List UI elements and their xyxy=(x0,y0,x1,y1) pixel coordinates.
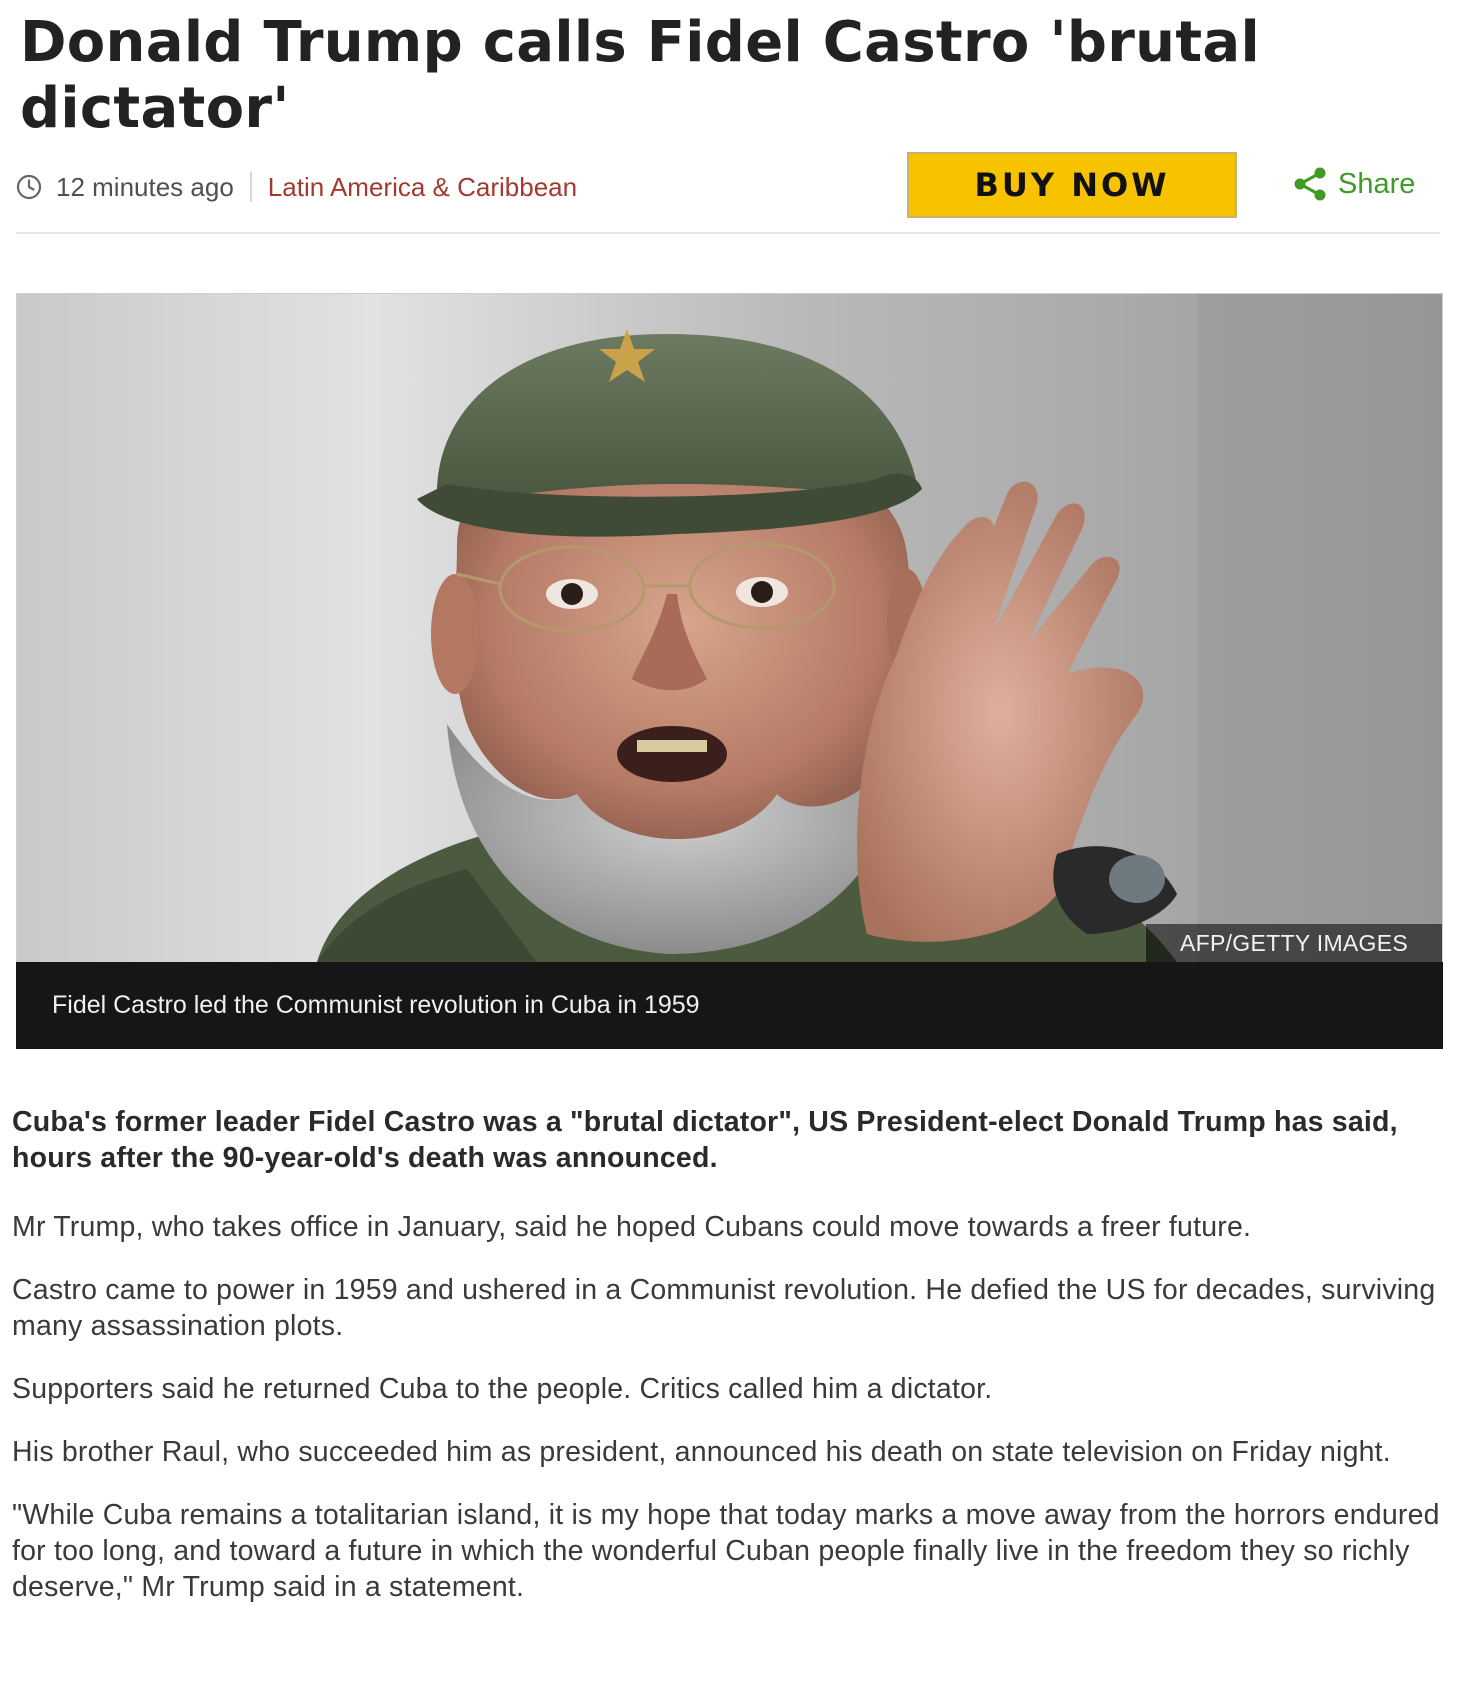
header-divider xyxy=(16,232,1440,234)
image-credit: AFP/GETTY IMAGES xyxy=(1146,924,1442,962)
article-headline: Donald Trump calls Fidel Castro 'brutal … xyxy=(20,10,1261,141)
article-body: Cuba's former leader Fidel Castro was a … xyxy=(12,1104,1460,1632)
article-paragraph: Mr Trump, who takes office in January, s… xyxy=(12,1211,1252,1243)
image-caption: Fidel Castro led the Communist revolutio… xyxy=(16,962,1443,1049)
article-paragraph: Castro came to power in 1959 and ushered… xyxy=(12,1274,1436,1342)
section-link[interactable]: Latin America & Caribbean xyxy=(268,172,577,203)
article-intro: Cuba's former leader Fidel Castro was a … xyxy=(12,1106,1398,1174)
share-label: Share xyxy=(1338,167,1416,200)
timestamp: 12 minutes ago xyxy=(56,171,234,202)
buy-now-button[interactable]: BUY NOW xyxy=(907,152,1237,218)
article-paragraph: Supporters said he returned Cuba to the … xyxy=(12,1373,993,1405)
article-paragraph: His brother Raul, who succeeded him as p… xyxy=(12,1436,1391,1468)
share-button[interactable]: Share xyxy=(1292,164,1415,204)
meta-divider xyxy=(249,172,252,202)
portrait-photo xyxy=(17,294,1442,962)
article-paragraph: "While Cuba remains a totalitarian islan… xyxy=(12,1499,1440,1603)
article-meta: 12 minutes ago Latin America & Caribbean xyxy=(16,164,577,210)
clock-icon xyxy=(16,174,42,200)
share-icon xyxy=(1294,167,1326,201)
